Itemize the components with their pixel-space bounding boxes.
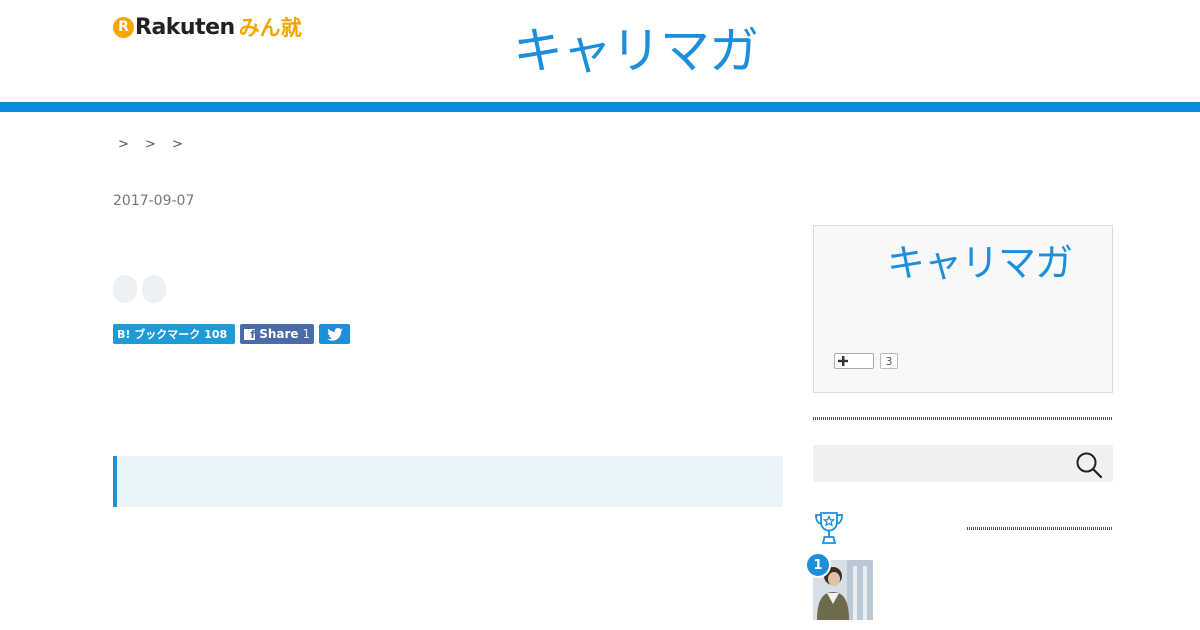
sidebar-profile-card: キャリマガ 3 xyxy=(813,225,1113,393)
rakuten-badge-icon: R xyxy=(113,16,134,38)
sidebar-divider xyxy=(813,417,1113,420)
search-input[interactable] xyxy=(813,445,1113,482)
sidebar-logo[interactable]: キャリマガ xyxy=(887,244,1073,282)
ranking-header xyxy=(813,510,1113,548)
twitter-share-button[interactable] xyxy=(319,324,351,344)
title-placeholder-block xyxy=(142,275,166,303)
breadcrumb-separator: > xyxy=(145,137,156,152)
facebook-icon: f xyxy=(244,328,256,340)
breadcrumb-separator: > xyxy=(172,137,183,152)
site-header: R Rakuten みん就 キャリマガ xyxy=(0,0,1200,102)
twitter-icon xyxy=(326,327,343,341)
title-placeholder xyxy=(113,275,166,303)
rakuten-minshu-logo[interactable]: R Rakuten みん就 xyxy=(113,12,302,42)
hatena-bookmark-button[interactable]: B! ブックマーク 108 xyxy=(113,324,236,344)
title-placeholder-block xyxy=(113,275,137,303)
article-date: 2017-09-07 xyxy=(113,193,195,209)
hatena-count: 108 xyxy=(204,327,228,341)
header-accent-bar xyxy=(0,102,1200,112)
ranking-item[interactable]: 1 xyxy=(805,552,873,620)
search-icon[interactable] xyxy=(1075,451,1103,479)
plus-icon xyxy=(838,356,848,366)
facebook-count: 1 xyxy=(302,327,311,341)
trophy-icon xyxy=(815,512,843,544)
breadcrumb: > > > xyxy=(118,137,199,152)
minshu-wordmark: みん就 xyxy=(238,16,302,40)
facebook-share-button[interactable]: f Share 1 xyxy=(240,324,315,344)
table-of-contents-box xyxy=(113,456,783,507)
follow-button[interactable] xyxy=(834,353,874,369)
rank-badge: 1 xyxy=(805,552,831,578)
ranking-divider xyxy=(967,527,1113,530)
facebook-label: Share xyxy=(259,327,299,341)
site-logo[interactable]: キャリマガ xyxy=(513,26,759,76)
share-buttons: B! ブックマーク 108 f Share 1 xyxy=(113,324,351,344)
hatena-label: B! ブックマーク xyxy=(117,327,201,341)
breadcrumb-separator: > xyxy=(118,137,129,152)
rakuten-wordmark: Rakuten xyxy=(135,14,235,40)
follow-count: 3 xyxy=(880,353,898,369)
